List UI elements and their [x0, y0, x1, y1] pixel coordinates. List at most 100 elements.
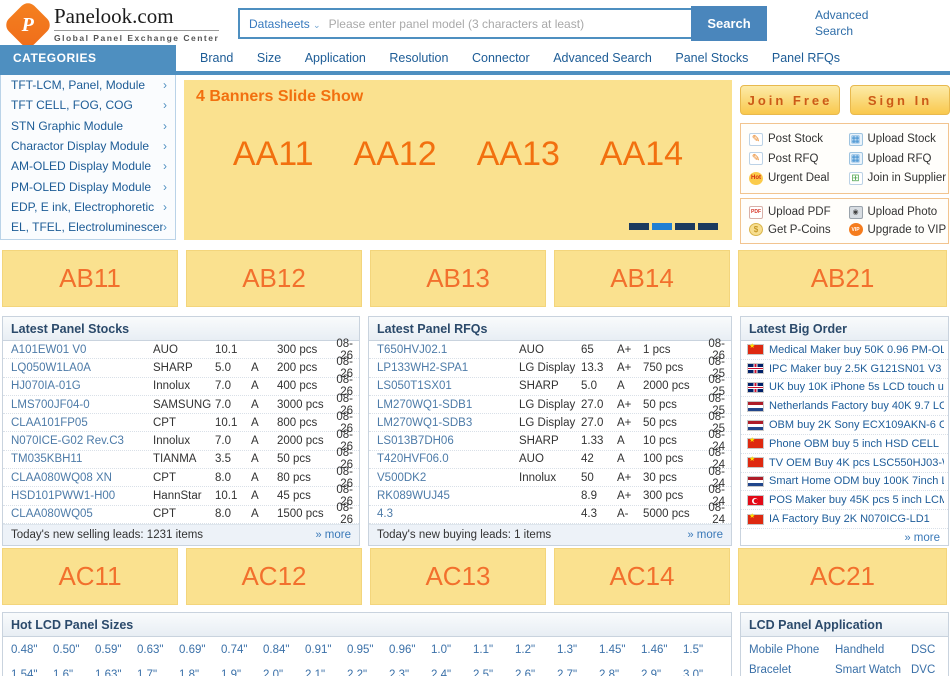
big-order-link[interactable]: TV OEM Buy 4K pcs LSC550HJ03-W [769, 457, 944, 469]
rfq-model-link[interactable]: LP133WH2-SPA1 [377, 362, 519, 374]
rfq-model-link[interactable]: LS013B7DH06 [377, 435, 519, 447]
size-link[interactable]: 2.9" [641, 666, 683, 676]
nav-link[interactable]: Panel RFQs [772, 51, 840, 65]
stock-model-link[interactable]: N070ICE-G02 Rev.C3 [11, 435, 153, 447]
big-order-more-link[interactable]: » more [904, 532, 940, 544]
size-link[interactable]: 0.95" [347, 641, 389, 660]
search-input[interactable] [329, 17, 691, 31]
banner-slideshow[interactable]: 4 Banners Slide Show AA11AA12AA13AA14 [184, 80, 732, 240]
banner-slot[interactable]: AA13 [477, 135, 560, 174]
size-link[interactable]: 1.3" [557, 641, 599, 660]
big-order-link[interactable]: POS Maker buy 45K pcs 5 inch LCM [769, 494, 944, 506]
rfqs-more-link[interactable]: » more [687, 529, 723, 541]
stocks-more-link[interactable]: » more [315, 529, 351, 541]
quick-link[interactable]: Urgent Deal [749, 172, 849, 185]
sidebar-category-item[interactable]: EL, TFEL, Electroluminescent › [1, 217, 175, 237]
big-order-link[interactable]: OBM buy 2K Sony ECX109AKN-6 OLED [769, 419, 944, 431]
rfq-model-link[interactable]: T420HVF06.0 [377, 453, 519, 465]
quick-link[interactable]: Upgrade to VIP [849, 223, 949, 236]
stock-model-link[interactable]: LMS700JF04-0 [11, 399, 153, 411]
size-link[interactable]: 2.8" [599, 666, 641, 676]
ad-banner[interactable]: AC12 [186, 548, 362, 605]
banner-slot[interactable]: AA11 [233, 135, 314, 174]
banner-slot[interactable]: AA14 [600, 135, 683, 174]
ad-banner[interactable]: AB13 [370, 250, 546, 307]
quick-link[interactable]: Upload Photo [849, 206, 949, 219]
size-link[interactable]: 0.84" [263, 641, 305, 660]
application-link[interactable]: Handheld [835, 641, 911, 661]
size-link[interactable]: 2.4" [431, 666, 473, 676]
size-link[interactable]: 1.63" [95, 666, 137, 676]
nav-link[interactable]: Size [257, 51, 281, 65]
application-link[interactable]: Smart Watch [835, 661, 911, 676]
size-link[interactable]: 2.0" [263, 666, 305, 676]
sidebar-category-item[interactable]: TFT-LCM, Panel, Module › [1, 75, 175, 95]
application-link[interactable]: DSC [911, 641, 944, 661]
nav-link[interactable]: Connector [472, 51, 530, 65]
sidebar-category-item[interactable]: STN Graphic Module › [1, 116, 175, 136]
ad-banner[interactable]: AB14 [554, 250, 730, 307]
size-link[interactable]: 1.9" [221, 666, 263, 676]
quick-link[interactable]: Upload Stock [849, 133, 949, 146]
size-link[interactable]: 0.96" [389, 641, 431, 660]
size-link[interactable]: 0.91" [305, 641, 347, 660]
quick-link[interactable]: Post Stock [749, 133, 849, 146]
stock-model-link[interactable]: HJ070IA-01G [11, 380, 153, 392]
big-order-link[interactable]: UK buy 10K iPhone 5s LCD touch unit [769, 381, 944, 393]
ad-banner[interactable]: AC21 [738, 548, 947, 605]
ad-banner[interactable]: AB12 [186, 250, 362, 307]
size-link[interactable]: 0.69" [179, 641, 221, 660]
size-link[interactable]: 2.6" [515, 666, 557, 676]
size-link[interactable]: 1.5" [683, 641, 725, 660]
big-order-link[interactable]: IA Factory Buy 2K N070ICG-LD1 [769, 513, 930, 525]
application-link[interactable]: Bracelet [749, 661, 835, 676]
rfq-model-link[interactable]: LS050T1SX01 [377, 380, 519, 392]
size-link[interactable]: 1.54" [11, 666, 53, 676]
slideshow-dot[interactable] [675, 223, 695, 230]
rfq-model-link[interactable]: T650HVJ02.1 [377, 344, 519, 356]
size-link[interactable]: 1.2" [515, 641, 557, 660]
slideshow-dot[interactable] [698, 223, 718, 230]
nav-link[interactable]: Brand [200, 51, 233, 65]
nav-link[interactable]: Panel Stocks [675, 51, 748, 65]
size-link[interactable]: 1.1" [473, 641, 515, 660]
stock-model-link[interactable]: CLAA080WQ08 XN [11, 472, 153, 484]
size-link[interactable]: 1.8" [179, 666, 221, 676]
sidebar-category-item[interactable]: TFT CELL, FOG, COG › [1, 95, 175, 115]
nav-link[interactable]: Resolution [389, 51, 448, 65]
logo[interactable]: P Panelook.com Global Panel Exchange Cen… [8, 4, 219, 43]
join-free-button[interactable]: Join Free [740, 85, 840, 115]
stock-model-link[interactable]: TM035KBH11 [11, 453, 153, 465]
sidebar-category-item[interactable]: PM-OLED Display Module › [1, 176, 175, 196]
size-link[interactable]: 1.7" [137, 666, 179, 676]
quick-link[interactable]: Join in Supplier [849, 172, 949, 185]
big-order-link[interactable]: Netherlands Factory buy 40K 9.7 LCM [769, 400, 944, 412]
quick-link[interactable]: Get P-Coins [749, 223, 849, 236]
rfq-model-link[interactable]: LM270WQ1-SDB1 [377, 399, 519, 411]
sidebar-category-item[interactable]: EDP, E ink, Electrophoretic › [1, 197, 175, 217]
size-link[interactable]: 1.0" [431, 641, 473, 660]
rfq-model-link[interactable]: 4.3 [377, 508, 519, 520]
stock-model-link[interactable]: CLAA101FP05 [11, 417, 153, 429]
size-link[interactable]: 0.63" [137, 641, 179, 660]
size-link[interactable]: 2.3" [389, 666, 431, 676]
categories-menu-button[interactable]: CATEGORIES [0, 45, 176, 71]
rfq-model-link[interactable]: RK089WUJ45 [377, 490, 519, 502]
stock-model-link[interactable]: A101EW01 V0 [11, 344, 153, 356]
ad-banner[interactable]: AB21 [738, 250, 947, 307]
size-link[interactable]: 1.46" [641, 641, 683, 660]
size-link[interactable]: 0.48" [11, 641, 53, 660]
size-link[interactable]: 3.0" [683, 666, 725, 676]
sidebar-category-item[interactable]: Charactor Display Module › [1, 136, 175, 156]
ad-banner[interactable]: AB11 [2, 250, 178, 307]
ad-banner[interactable]: AC11 [2, 548, 178, 605]
size-link[interactable]: 2.5" [473, 666, 515, 676]
banner-slot[interactable]: AA12 [354, 135, 437, 174]
big-order-link[interactable]: Medical Maker buy 50K 0.96 PM-OLED [769, 344, 944, 356]
sign-in-button[interactable]: Sign In [850, 85, 950, 115]
search-button[interactable]: Search [691, 6, 767, 41]
size-link[interactable]: 2.1" [305, 666, 347, 676]
size-link[interactable]: 1.6" [53, 666, 95, 676]
sidebar-category-item[interactable]: AM-OLED Display Module › [1, 156, 175, 176]
quick-link[interactable]: Post RFQ [749, 152, 849, 165]
